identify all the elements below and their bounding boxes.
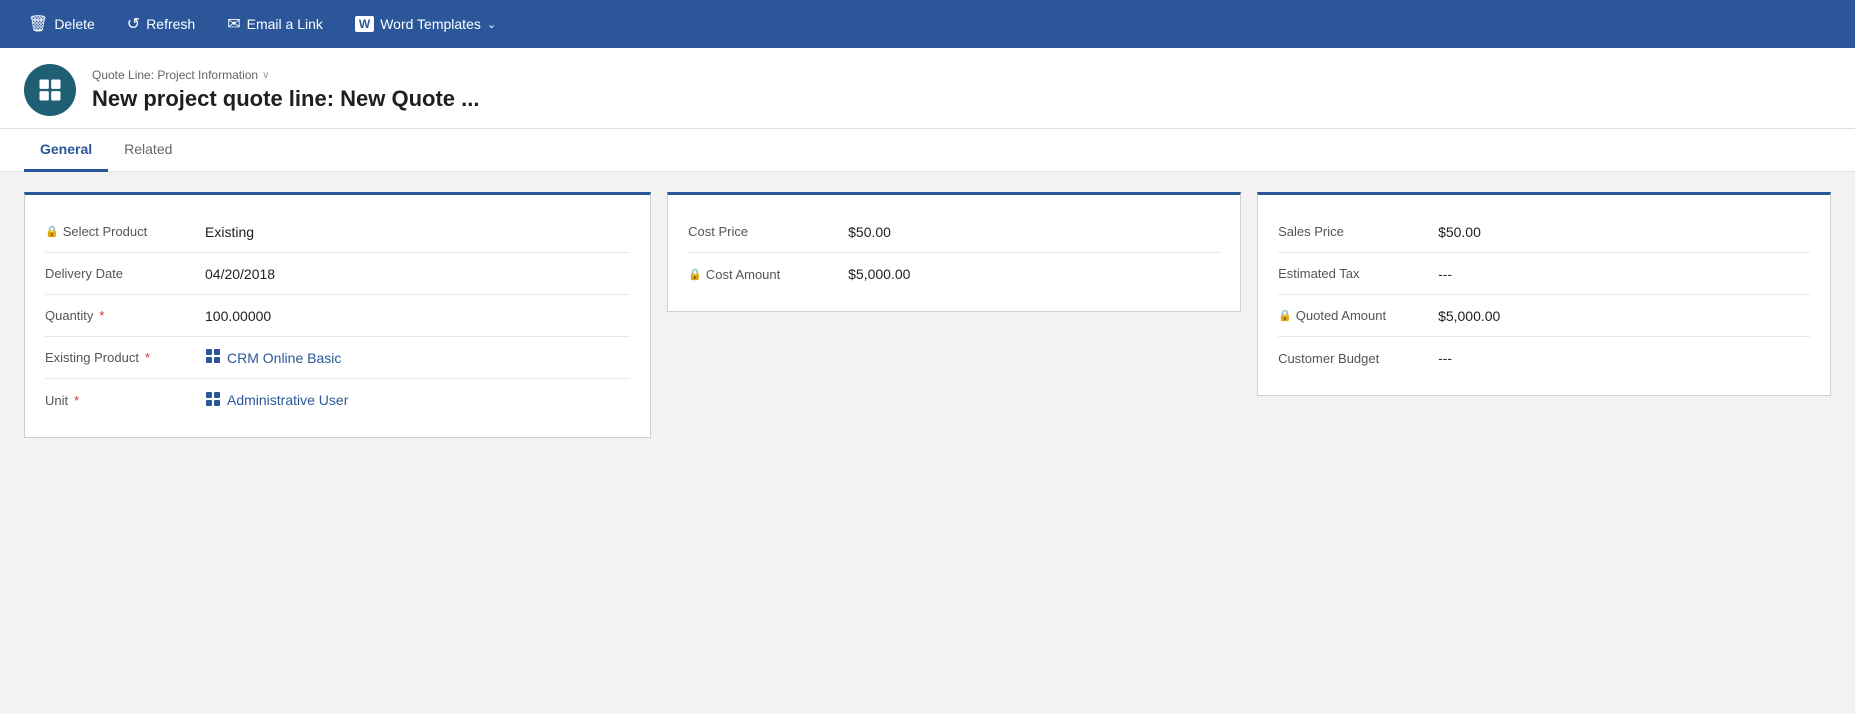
tabs: General Related: [0, 129, 1855, 172]
cost-amount-label: 🔒 Cost Amount: [688, 267, 848, 282]
tab-related[interactable]: Related: [108, 129, 188, 172]
field-row-sales-price: Sales Price $50.00: [1278, 211, 1810, 253]
delete-label: Delete: [54, 16, 94, 32]
quantity-label: Quantity *: [45, 308, 205, 323]
main-content: 🔒 Select Product Existing Delivery Date …: [0, 172, 1855, 686]
field-row-quoted-amount: 🔒 Quoted Amount $5,000.00: [1278, 295, 1810, 337]
chevron-down-icon: ⌄: [487, 18, 496, 31]
existing-product-label: Existing Product *: [45, 350, 205, 365]
lock-icon: 🔒: [45, 225, 59, 238]
tab-general[interactable]: General: [24, 129, 108, 172]
field-row-estimated-tax: Estimated Tax ---: [1278, 253, 1810, 295]
breadcrumb: Quote Line: Project Information ∨: [92, 68, 479, 82]
estimated-tax-label: Estimated Tax: [1278, 266, 1438, 281]
sales-price-label: Sales Price: [1278, 224, 1438, 239]
existing-product-value[interactable]: CRM Online Basic: [205, 348, 341, 367]
sales-price-value[interactable]: $50.00: [1438, 224, 1481, 240]
middle-card: Cost Price $50.00 🔒 Cost Amount $5,000.0…: [667, 192, 1241, 312]
select-product-label: 🔒 Select Product: [45, 224, 205, 239]
field-row-quantity: Quantity * 100.00000: [45, 295, 630, 337]
customer-budget-value: ---: [1438, 350, 1452, 366]
unit-link-icon: [205, 391, 221, 410]
field-row-cost-price: Cost Price $50.00: [688, 211, 1220, 253]
breadcrumb-text: Quote Line: Project Information: [92, 68, 258, 82]
customer-budget-label: Customer Budget: [1278, 351, 1438, 366]
product-link-icon: [205, 348, 221, 367]
field-row-delivery-date: Delivery Date 04/20/2018: [45, 253, 630, 295]
left-card: 🔒 Select Product Existing Delivery Date …: [24, 192, 651, 438]
word-templates-label: Word Templates: [380, 16, 481, 32]
cost-amount-value[interactable]: $5,000.00: [848, 266, 910, 282]
unit-value[interactable]: Administrative User: [205, 391, 348, 410]
field-row-cost-amount: 🔒 Cost Amount $5,000.00: [688, 253, 1220, 295]
quoted-amount-lock-icon: 🔒: [1278, 309, 1292, 322]
refresh-button[interactable]: ↺ Refresh: [115, 8, 207, 40]
header-text: Quote Line: Project Information ∨ New pr…: [92, 68, 479, 112]
field-row-existing-product: Existing Product * CRM Online Basic: [45, 337, 630, 379]
word-icon: W: [355, 16, 374, 32]
estimated-tax-value: ---: [1438, 266, 1452, 282]
page-header: Quote Line: Project Information ∨ New pr…: [0, 48, 1855, 129]
entity-icon: [24, 64, 76, 116]
cards-row: 🔒 Select Product Existing Delivery Date …: [24, 192, 1831, 438]
email-icon: ✉: [227, 14, 240, 34]
unit-label: Unit *: [45, 393, 205, 408]
right-card: Sales Price $50.00 Estimated Tax --- 🔒 Q…: [1257, 192, 1831, 396]
delete-button[interactable]: 🗑 Delete: [16, 8, 107, 40]
required-star-2: *: [145, 350, 150, 365]
page-title: New project quote line: New Quote ...: [92, 86, 479, 112]
email-link-label: Email a Link: [247, 16, 323, 32]
quoted-amount-label: 🔒 Quoted Amount: [1278, 308, 1438, 323]
select-product-value[interactable]: Existing: [205, 224, 254, 240]
refresh-label: Refresh: [146, 16, 195, 32]
field-row-customer-budget: Customer Budget ---: [1278, 337, 1810, 379]
delete-icon: 🗑: [28, 14, 48, 34]
required-star-3: *: [74, 393, 79, 408]
toolbar: 🗑 Delete ↺ Refresh ✉ Email a Link W Word…: [0, 0, 1855, 48]
field-row-select-product: 🔒 Select Product Existing: [45, 211, 630, 253]
field-row-unit: Unit * Administrative User: [45, 379, 630, 421]
cost-amount-lock-icon: 🔒: [688, 268, 702, 281]
delivery-date-value[interactable]: 04/20/2018: [205, 266, 275, 282]
quantity-value[interactable]: 100.00000: [205, 308, 271, 324]
word-templates-button[interactable]: W Word Templates ⌄: [343, 10, 508, 38]
cost-price-value[interactable]: $50.00: [848, 224, 891, 240]
cost-price-label: Cost Price: [688, 224, 848, 239]
quoted-amount-value[interactable]: $5,000.00: [1438, 308, 1500, 324]
delivery-date-label: Delivery Date: [45, 266, 205, 281]
required-star: *: [99, 308, 104, 323]
refresh-icon: ↺: [127, 14, 140, 34]
breadcrumb-chevron-icon[interactable]: ∨: [262, 70, 269, 81]
email-link-button[interactable]: ✉ Email a Link: [215, 8, 335, 40]
